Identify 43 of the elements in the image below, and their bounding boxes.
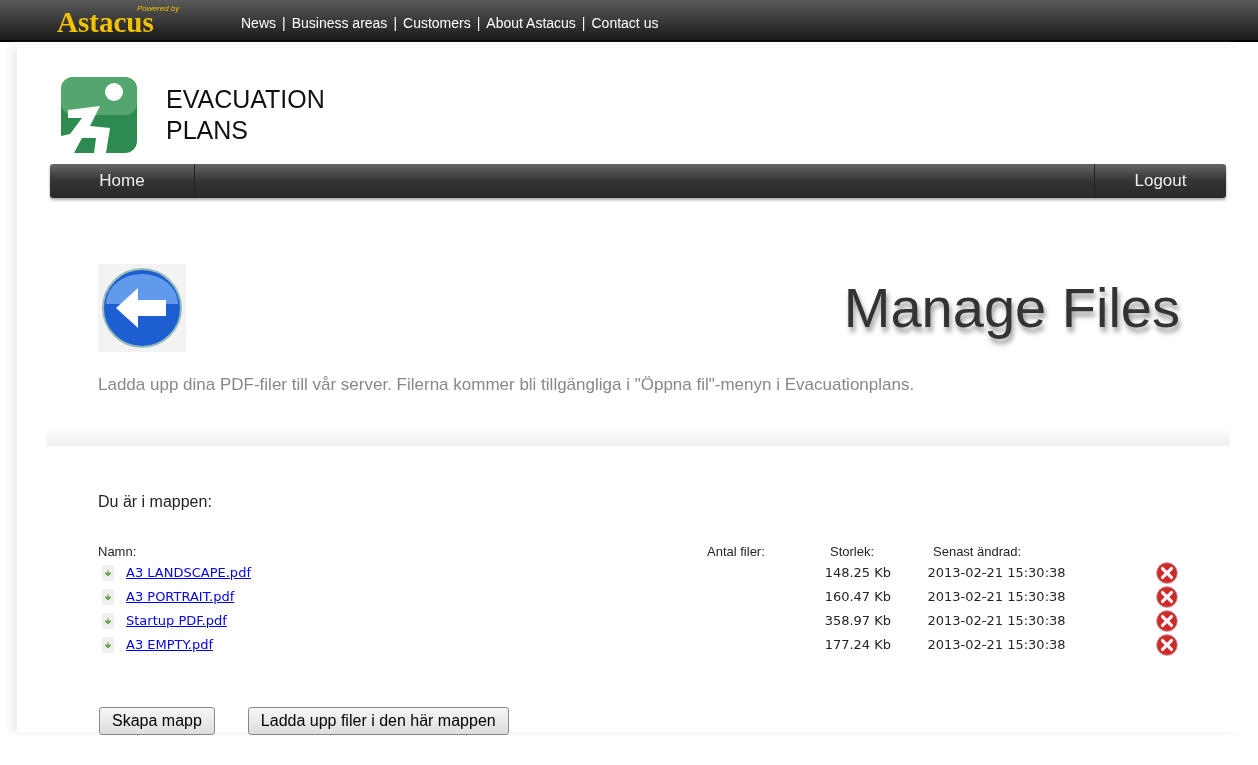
nav-link[interactable]: About Astacus [486, 13, 576, 34]
column-header: Storlek: [830, 543, 875, 559]
column-header: Antal filer: [707, 543, 765, 559]
column-header: Namn: [98, 543, 137, 559]
delete-icon[interactable] [1156, 586, 1178, 608]
running-man-icon [60, 76, 138, 154]
modified-date: 2013-02-21 15:30:38 [927, 565, 1066, 581]
delete-icon[interactable] [1156, 634, 1178, 656]
description-text: Ladda upp dina PDF-filer till vår server. Filerna kommer bli tillgängliga i "Öppna fil"-menyn i Evacuationplans. [98, 374, 916, 396]
action-button[interactable]: Ladda upp filer i den här mappen [247, 707, 509, 735]
file-size: 358.97 Kb [824, 613, 892, 629]
link-separator: | [393, 14, 397, 33]
home-menu-item[interactable]: Home [50, 164, 195, 198]
file-link[interactable]: A3 PORTRAIT.pdf [126, 587, 235, 607]
modified-date: 2013-02-21 15:30:38 [927, 613, 1066, 629]
link-separator: | [282, 14, 286, 33]
app-title: EVACUATION PLANS [166, 83, 326, 146]
logout-menu-item[interactable]: Logout [1094, 164, 1226, 198]
delete-icon[interactable] [1156, 562, 1178, 584]
file-icon [102, 637, 114, 653]
file-link[interactable]: A3 EMPTY.pdf [126, 635, 214, 655]
delete-icon[interactable] [1156, 610, 1178, 632]
column-header: Senast ändrad: [933, 543, 1022, 559]
file-icon [102, 613, 114, 629]
file-size: 148.25 Kb [824, 565, 892, 581]
link-separator: | [581, 14, 586, 33]
modified-date: 2013-02-21 15:30:38 [927, 589, 1066, 605]
nav-link[interactable]: News [241, 13, 276, 34]
folder-label: Du är i mappen: [98, 491, 213, 512]
link-separator: | [476, 14, 481, 33]
nav-link[interactable]: Customers [403, 13, 471, 34]
file-link[interactable]: Startup PDF.pdf [126, 611, 227, 631]
nav-link[interactable]: Contact us [591, 13, 659, 34]
file-size: 177.24 Kb [824, 637, 892, 653]
action-button[interactable]: Skapa mapp [99, 707, 215, 735]
file-icon [102, 565, 114, 581]
file-icon [102, 589, 114, 605]
file-size: 160.47 Kb [824, 589, 892, 605]
nav-link[interactable]: Business areas [291, 13, 388, 34]
file-link[interactable]: A3 LANDSCAPE.pdf [126, 563, 251, 583]
page-title: Manage Files [843, 275, 1180, 341]
modified-date: 2013-02-21 15:30:38 [927, 637, 1066, 653]
powered-by-label: Powered by [137, 5, 180, 13]
